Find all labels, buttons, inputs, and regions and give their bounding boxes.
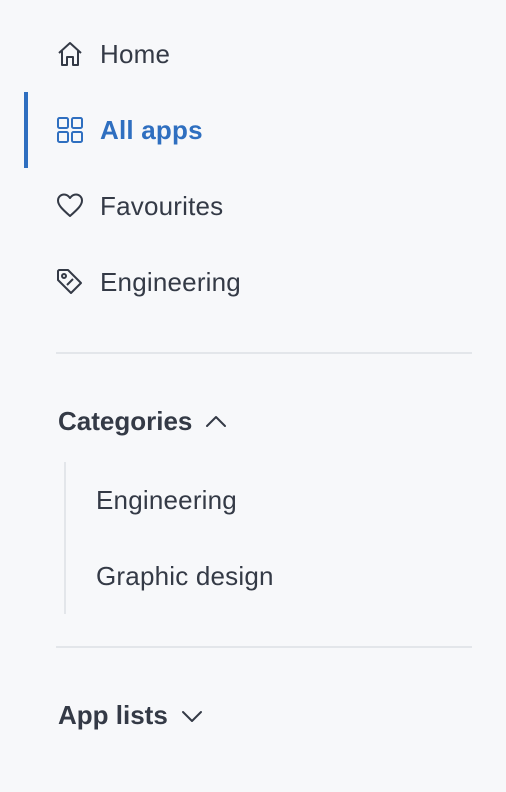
divider xyxy=(56,352,472,354)
section-title: App lists xyxy=(58,700,168,730)
chevron-up-icon xyxy=(204,410,228,434)
sidebar-item-home[interactable]: Home xyxy=(24,16,472,92)
sidebar-item-label: Engineering xyxy=(100,266,241,297)
category-item-graphic-design[interactable]: Graphic design xyxy=(96,554,274,598)
sidebar-item-engineering[interactable]: Engineering xyxy=(24,244,472,320)
category-item-engineering[interactable]: Engineering xyxy=(96,478,237,522)
categories-toggle[interactable]: Categories xyxy=(58,406,228,437)
sidebar-item-favourites[interactable]: Favourites xyxy=(24,168,472,244)
sidebar-item-label: Home xyxy=(100,38,171,69)
tag-icon xyxy=(56,268,84,296)
sidebar-item-all-apps[interactable]: All apps xyxy=(24,92,476,168)
grid-icon xyxy=(56,116,84,144)
heart-icon xyxy=(56,192,84,220)
sidebar-item-label: All apps xyxy=(100,114,203,145)
divider xyxy=(56,646,472,648)
chevron-down-icon xyxy=(180,704,204,728)
app-lists-toggle[interactable]: App lists xyxy=(58,700,204,731)
category-label: Graphic design xyxy=(96,560,274,591)
home-icon xyxy=(56,40,84,68)
category-label: Engineering xyxy=(96,484,237,515)
section-title: Categories xyxy=(58,406,193,436)
categories-list: Engineering Graphic design xyxy=(64,462,474,614)
sidebar-item-label: Favourites xyxy=(100,190,224,221)
